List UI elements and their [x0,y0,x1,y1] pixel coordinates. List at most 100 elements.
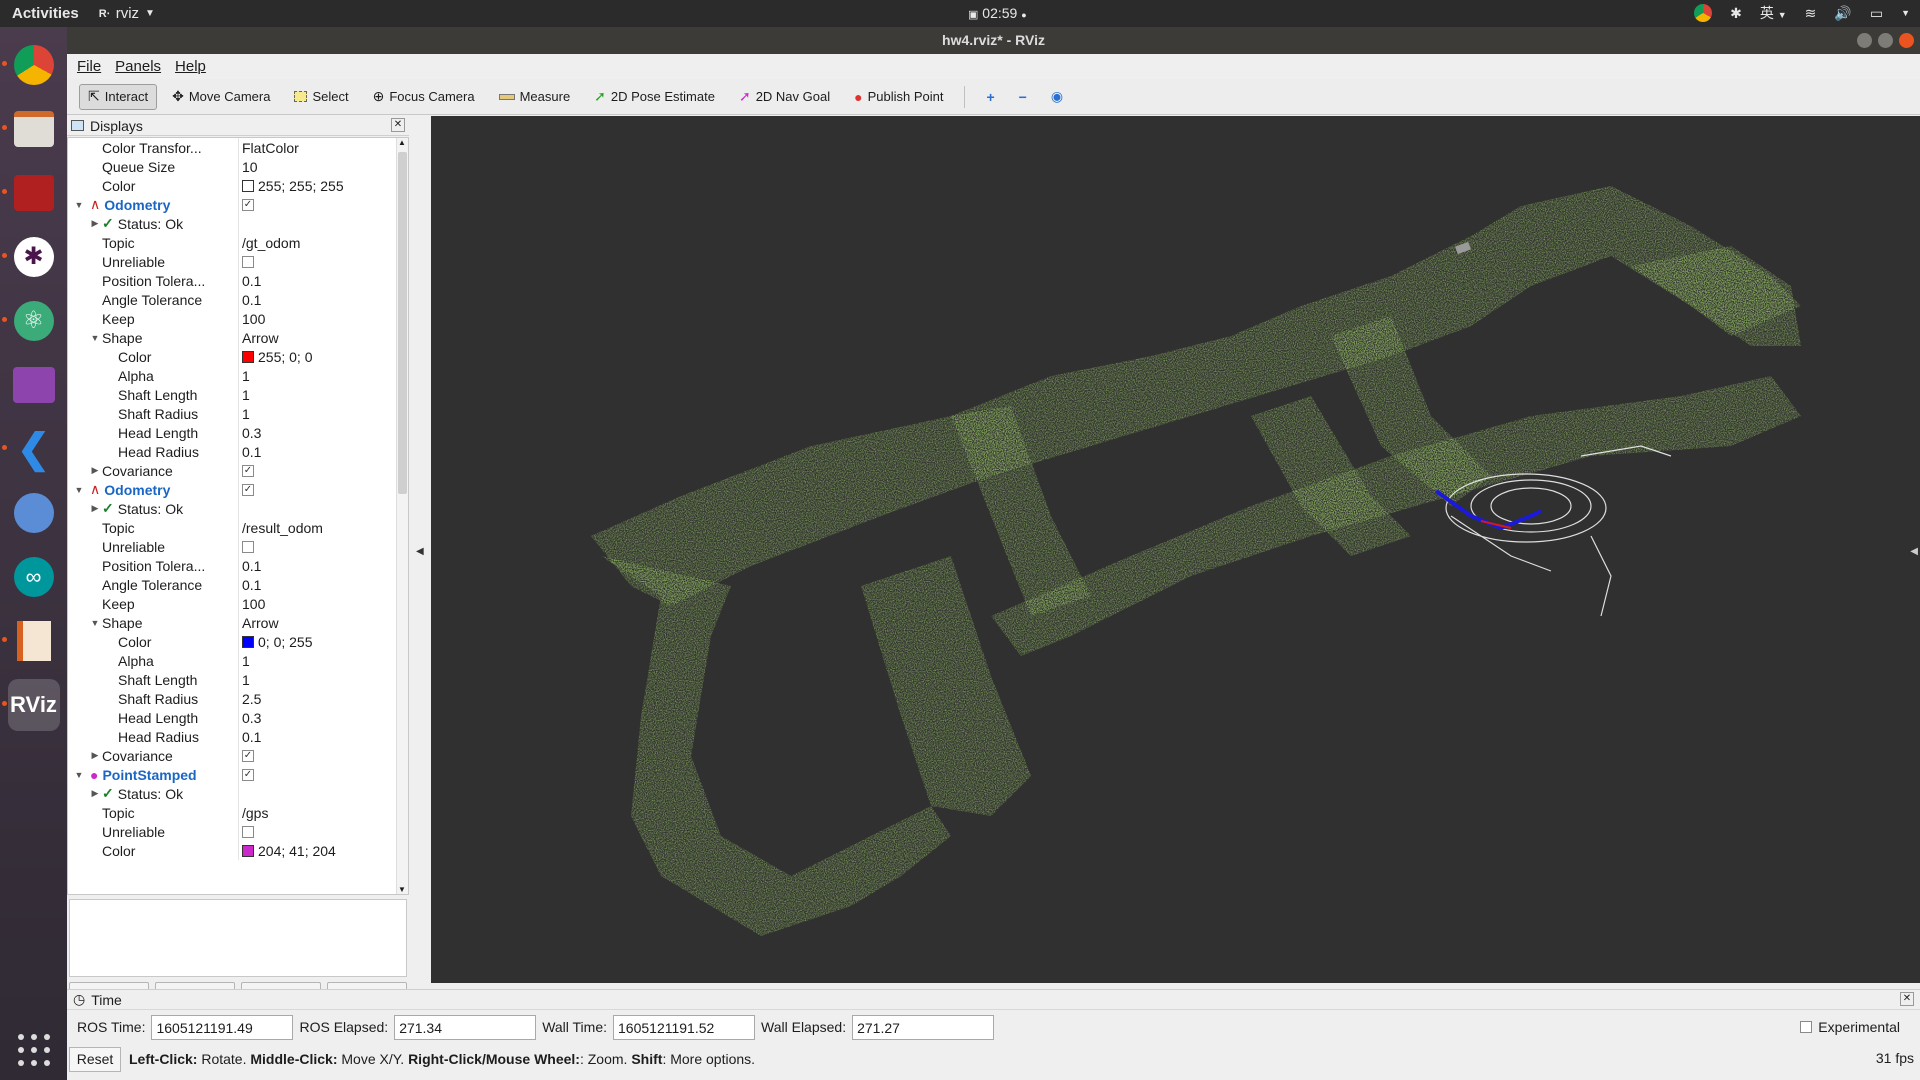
dock-impress[interactable] [1,615,60,667]
expand-arrow-icon[interactable]: ▼ [72,485,86,495]
property-row[interactable]: Angle Tolerance 0.1 [68,290,408,309]
volume-icon[interactable]: 🔊 [1834,5,1851,22]
property-row[interactable]: ▶ Covariance ✓ [68,461,408,480]
select-tool-button[interactable]: Select [285,84,357,110]
property-value-cell[interactable]: Arrow [238,328,408,347]
dock-media-player[interactable] [8,487,60,539]
property-value-cell[interactable]: 1 [238,670,408,689]
remove-tool-button[interactable]: − [1010,84,1036,110]
displays-scrollbar[interactable]: ▲ ▼ [396,138,408,894]
property-value-cell[interactable]: 0.1 [238,442,408,461]
dock-files[interactable] [1,103,60,155]
maximize-icon[interactable] [1878,33,1893,48]
expand-arrow-icon[interactable]: ▼ [88,618,102,628]
property-row[interactable]: Shaft Radius 2.5 [68,689,408,708]
display-group-row[interactable]: ▼ ● PointStamped ✓ [68,765,408,784]
dock-vscode[interactable]: ❮ [1,423,60,475]
wifi-icon[interactable]: ≋ [1805,5,1817,22]
display-group-row[interactable]: ▼ ∧ Odometry ✓ [68,195,408,214]
publish-point-tool-button[interactable]: ● Publish Point [845,84,952,110]
color-swatch[interactable] [242,635,254,648]
property-value-cell[interactable]: 100 [238,309,408,328]
clock[interactable]: ▣ 02:59 ● [968,5,1027,21]
battery-icon[interactable]: ▭ [1870,5,1883,22]
slack-tray-icon[interactable]: ✱ [1730,5,1742,22]
property-row[interactable]: Shaft Length 1 [68,670,408,689]
property-row[interactable]: Position Tolera... 0.1 [68,271,408,290]
property-row[interactable]: ▼ Shape Arrow [68,613,408,632]
property-value-cell[interactable]: 204; 41; 204 [238,841,408,860]
property-row[interactable]: Head Radius 0.1 [68,442,408,461]
property-row[interactable]: ▼ Shape Arrow [68,328,408,347]
menu-help[interactable]: Help [175,58,206,75]
system-tray[interactable]: ✱ 英 ▼ ≋ 🔊 ▭ ▼ [1694,3,1910,23]
input-method-indicator[interactable]: 英 ▼ [1760,3,1787,23]
add-tool-button[interactable]: + [977,84,1003,110]
property-row[interactable]: Shaft Length 1 [68,385,408,404]
3d-render-viewport[interactable] [431,116,1920,983]
property-row[interactable]: Position Tolera... 0.1 [68,556,408,575]
property-row[interactable]: Keep 100 [68,594,408,613]
property-row[interactable]: Head Length 0.3 [68,423,408,442]
pose-estimate-tool-button[interactable]: ➚ 2D Pose Estimate [585,84,724,110]
property-row[interactable]: Topic/result_odom [68,518,408,537]
property-row[interactable]: ▶ ✓ Status: Ok [68,784,408,803]
dock-arduino[interactable]: ∞ [8,551,60,603]
property-checkbox[interactable] [242,540,254,553]
move-camera-tool-button[interactable]: ✥ Move Camera [163,84,279,110]
property-value-cell[interactable]: /gps [238,803,408,822]
color-swatch[interactable] [242,350,254,363]
property-value-cell[interactable]: 0.3 [238,708,408,727]
tool-properties-button[interactable]: ◉ [1042,84,1072,110]
property-row[interactable]: Color 0; 0; 255 [68,632,408,651]
property-value-cell[interactable]: ✓ [238,765,408,784]
collapse-left-icon[interactable]: ◀ [416,546,424,557]
property-row[interactable]: Color 255; 0; 0 [68,347,408,366]
minimize-icon[interactable] [1857,33,1872,48]
property-row[interactable]: Color Transfor... FlatColor [68,138,408,157]
close-icon[interactable]: ✕ [1900,992,1914,1006]
property-value-cell[interactable]: 255; 255; 255 [238,176,408,195]
property-value-cell[interactable]: FlatColor [238,138,408,157]
property-value-cell[interactable]: 0; 0; 255 [238,632,408,651]
property-value-cell[interactable]: 0.1 [238,727,408,746]
chevron-down-icon[interactable]: ▼ [1901,8,1910,18]
close-icon[interactable]: ✕ [391,118,405,132]
measure-tool-button[interactable]: Measure [490,84,580,110]
display-group-row[interactable]: ▼ ∧ Odometry ✓ [68,480,408,499]
property-row[interactable]: Topic/gt_odom [68,233,408,252]
property-checkbox[interactable] [242,825,254,838]
focus-camera-tool-button[interactable]: ⊕ Focus Camera [364,84,484,110]
property-checkbox[interactable]: ✓ [242,749,254,762]
color-swatch[interactable] [242,179,254,192]
menu-file[interactable]: File [77,58,101,75]
property-value-cell[interactable]: ✓ [238,461,408,480]
property-row[interactable]: Unreliable [68,537,408,556]
property-value-cell[interactable] [238,784,408,803]
property-row[interactable]: Angle Tolerance 0.1 [68,575,408,594]
wall-time-field[interactable]: 1605121191.52 [613,1014,756,1040]
property-value-cell[interactable]: 0.3 [238,423,408,442]
collapse-arrow-icon[interactable]: ▶ [88,750,102,761]
property-row[interactable]: Color 255; 255; 255 [68,176,408,195]
property-value-cell[interactable]: 255; 0; 0 [238,347,408,366]
property-row[interactable]: Head Length 0.3 [68,708,408,727]
property-value-cell[interactable] [238,252,408,271]
color-swatch[interactable] [242,844,254,857]
reset-button[interactable]: Reset [69,1046,121,1072]
expand-arrow-icon[interactable]: ▼ [88,333,102,343]
app-menu[interactable]: R∙ rviz ▼ [99,5,155,22]
property-row[interactable]: ▶ Covariance ✓ [68,746,408,765]
property-row[interactable]: Alpha 1 [68,366,408,385]
property-row[interactable]: Shaft Radius 1 [68,404,408,423]
property-row[interactable]: Color 204; 41; 204 [68,841,408,860]
property-row[interactable]: Topic/gps [68,803,408,822]
dock-terminal[interactable] [1,167,60,219]
wall-elapsed-field[interactable]: 271.27 [852,1014,995,1040]
expand-arrow-icon[interactable]: ▼ [72,770,86,780]
property-value-cell[interactable]: ✓ [238,746,408,765]
collapse-arrow-icon[interactable]: ▶ [88,218,102,229]
activities-button[interactable]: Activities [0,5,91,22]
property-value-cell[interactable]: 0.1 [238,271,408,290]
collapse-arrow-icon[interactable]: ▶ [88,788,102,799]
